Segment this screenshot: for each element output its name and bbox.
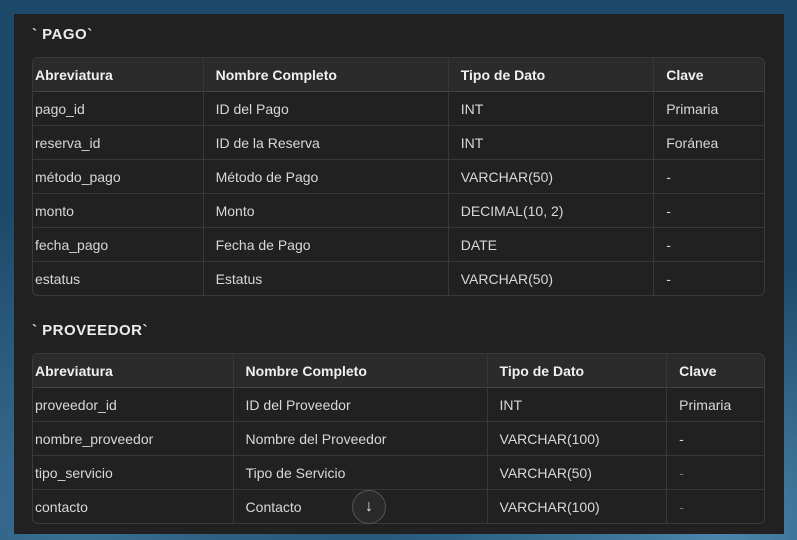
section-title-pago: ` PAGO`: [32, 26, 93, 43]
table-cell: Nombre del Proveedor: [232, 421, 487, 455]
table-row: estatus Estatus VARCHAR(50) -: [33, 261, 764, 295]
arrow-down-icon: ↓: [365, 498, 373, 515]
table-cell: Primaria: [653, 92, 764, 125]
chat-panel: ` PAGO` Abreviatura Nombre Completo Tipo…: [14, 14, 784, 534]
table-cell: -: [666, 455, 764, 489]
table-cell: estatus: [33, 261, 203, 295]
table-cell: tipo_servicio: [33, 455, 233, 489]
column-header: Abreviatura: [33, 58, 203, 92]
table-cell: monto: [33, 193, 203, 227]
column-header: Nombre Completo: [232, 354, 487, 388]
table-cell: fecha_pago: [33, 227, 203, 261]
table-row: contacto Contacto VARCHAR(100) -: [33, 489, 764, 523]
column-header: Clave: [666, 354, 764, 388]
table-cell: INT: [447, 92, 653, 125]
table-cell: VARCHAR(50): [447, 261, 654, 295]
column-header: Tipo de Dato: [486, 354, 667, 388]
proveedor-table: Abreviatura Nombre Completo Tipo de Dato…: [32, 353, 765, 524]
table-cell: Estatus: [202, 261, 448, 295]
table-cell: VARCHAR(100): [486, 421, 667, 455]
table-cell: DATE: [447, 227, 654, 261]
table-cell: -: [653, 227, 764, 261]
scroll-down-button[interactable]: ↓: [352, 490, 386, 524]
table-cell: Fecha de Pago: [202, 227, 448, 261]
table-cell: -: [653, 261, 764, 295]
table-cell: ID del Pago: [202, 92, 448, 125]
table-row: fecha_pago Fecha de Pago DATE -: [33, 227, 764, 261]
table-cell: -: [666, 421, 764, 455]
table-cell: -: [653, 159, 764, 193]
table-cell: VARCHAR(50): [447, 159, 654, 193]
table-cell: ID de la Reserva: [202, 125, 448, 159]
table-cell: reserva_id: [33, 125, 203, 159]
table-row: pago_id ID del Pago INT Primaria: [33, 92, 764, 125]
table-cell: método_pago: [33, 159, 203, 193]
column-header: Tipo de Dato: [447, 58, 654, 92]
table-cell: -: [666, 489, 764, 523]
table-cell: VARCHAR(50): [486, 455, 667, 489]
table-cell: ID del Proveedor: [232, 388, 487, 421]
table-cell: Foránea: [653, 125, 764, 159]
table-cell: Monto: [202, 193, 448, 227]
table-cell: DECIMAL(10, 2): [447, 193, 654, 227]
table-cell: VARCHAR(100): [486, 489, 667, 523]
pago-table: Abreviatura Nombre Completo Tipo de Dato…: [32, 57, 765, 296]
table-row: reserva_id ID de la Reserva INT Foránea: [33, 125, 764, 159]
table-cell: proveedor_id: [35, 396, 117, 413]
table-cell: contacto: [33, 489, 233, 523]
table-header-row: Abreviatura Nombre Completo Tipo de Dato…: [33, 58, 764, 92]
table-row: proveedor_id ID del Proveedor INT Primar…: [33, 388, 764, 421]
table-cell: INT: [447, 125, 654, 159]
table-row: método_pago Método de Pago VARCHAR(50) -: [33, 159, 764, 193]
table-row: nombre_proveedor Nombre del Proveedor VA…: [33, 421, 764, 455]
table-cell: INT: [486, 388, 667, 421]
table-cell: Tipo de Servicio: [232, 455, 487, 489]
column-header: Nombre Completo: [202, 58, 448, 92]
table-row: tipo_servicio Tipo de Servicio VARCHAR(5…: [33, 455, 764, 489]
column-header: Clave: [653, 58, 764, 92]
table-header-row: Abreviatura Nombre Completo Tipo de Dato…: [33, 354, 764, 388]
table-cell: nombre_proveedor: [33, 421, 233, 455]
table-row: monto Monto DECIMAL(10, 2) -: [33, 193, 764, 227]
section-title-proveedor: ` PROVEEDOR`: [32, 322, 149, 339]
table-cell: pago_id: [35, 100, 85, 117]
table-cell: -: [653, 193, 764, 227]
column-header: Abreviatura: [33, 354, 233, 388]
table-cell: Método de Pago: [202, 159, 448, 193]
table-cell: Primaria: [666, 388, 764, 421]
